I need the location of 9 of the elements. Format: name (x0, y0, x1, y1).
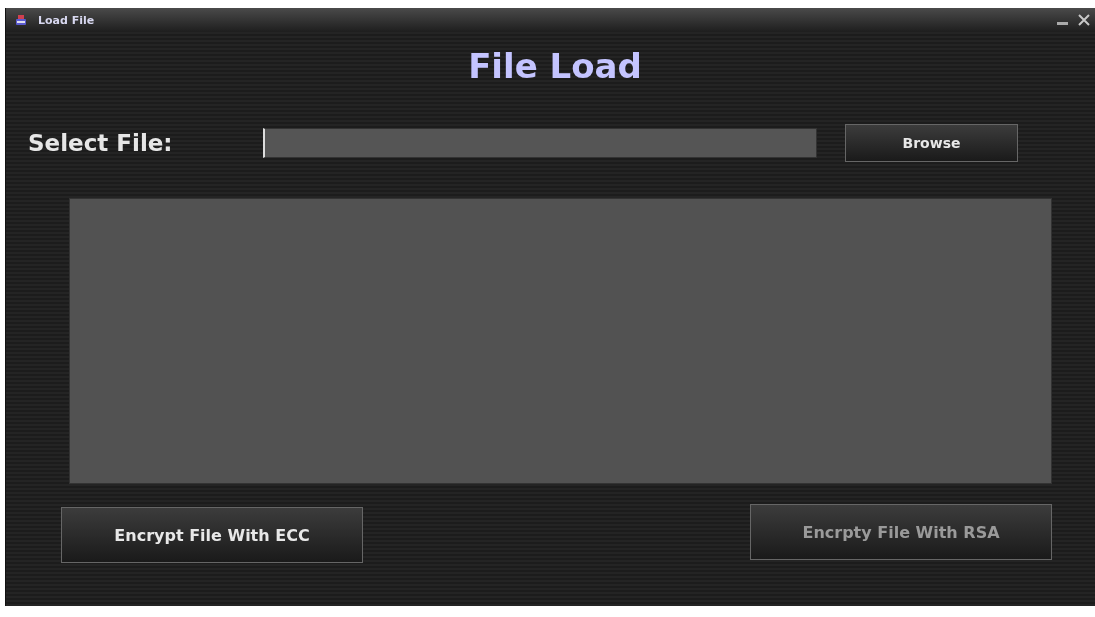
encrypt-button[interactable]: Encrypt File With ECC (61, 507, 363, 563)
field-label: Select File: (28, 130, 174, 156)
app-icon (14, 13, 28, 27)
file-path-field[interactable] (263, 128, 817, 158)
heading: File Load (468, 46, 642, 86)
close-icon[interactable] (1078, 14, 1090, 26)
window-title: Load File (38, 13, 95, 27)
minimize-button[interactable] (1057, 21, 1068, 25)
browse-button[interactable]: Browse (845, 124, 1018, 162)
